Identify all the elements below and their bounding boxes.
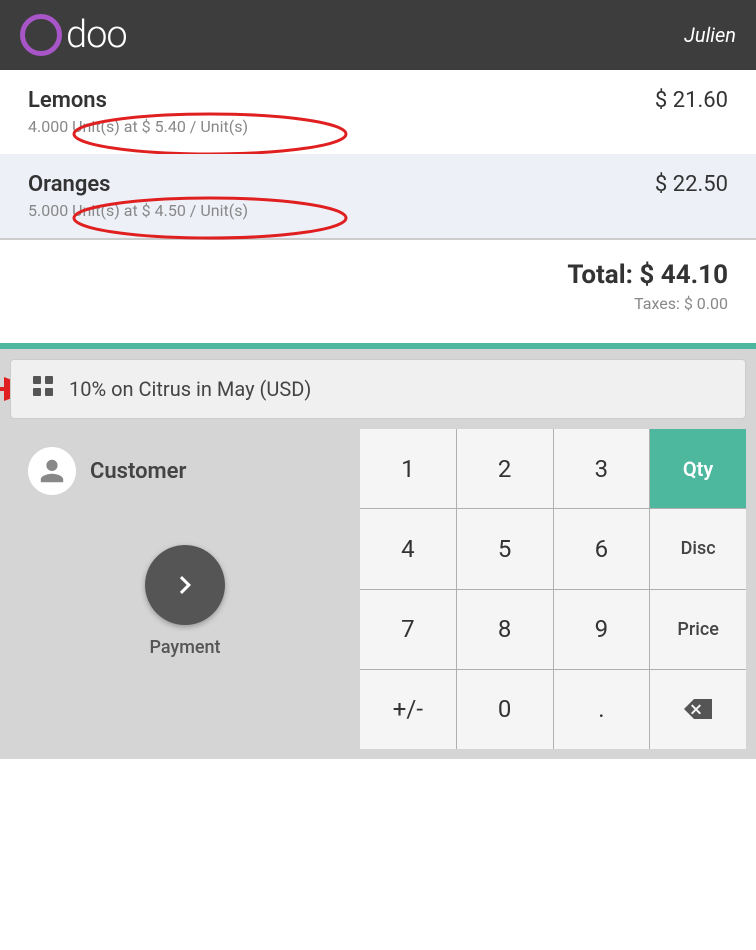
numpad-dot[interactable]: . bbox=[554, 670, 650, 749]
pos-bottom: Customer Payment 1 2 3 Qty 4 5 6 bbox=[10, 429, 746, 749]
payment-row: Payment bbox=[18, 515, 352, 668]
numpad-9[interactable]: 9 bbox=[554, 590, 650, 669]
order-item-oranges: Oranges 5.000 Unit(s) at $ 4.50 / Unit(s… bbox=[0, 154, 756, 238]
customer-row[interactable]: Customer bbox=[18, 437, 352, 515]
numpad-8[interactable]: 8 bbox=[457, 590, 553, 669]
numpad-1[interactable]: 1 bbox=[360, 429, 456, 508]
left-panel: Customer Payment bbox=[10, 429, 360, 749]
total-section: Total: $ 44.10 Taxes: $ 0.00 bbox=[0, 238, 756, 343]
payment-button[interactable] bbox=[145, 545, 225, 625]
order-items: Lemons 4.000 Unit(s) at $ 5.40 / Unit(s)… bbox=[0, 70, 756, 238]
numpad-qty[interactable]: Qty bbox=[650, 429, 746, 508]
numpad-0[interactable]: 0 bbox=[457, 670, 553, 749]
customer-label: Customer bbox=[90, 459, 186, 484]
item-name-oranges: Oranges bbox=[28, 172, 248, 197]
numpad-plusminus[interactable]: +/- bbox=[360, 670, 456, 749]
item-price-lemons: $ 21.60 bbox=[655, 88, 728, 113]
discount-wrapper: 10% on Citrus in May (USD) bbox=[10, 359, 746, 419]
numpad: 1 2 3 Qty 4 5 6 Disc 7 8 9 Price +/- 0 . bbox=[360, 429, 746, 749]
username: Julien bbox=[684, 23, 736, 47]
logo-text: doo bbox=[66, 13, 127, 57]
numpad-disc[interactable]: Disc bbox=[650, 509, 746, 588]
numpad-2[interactable]: 2 bbox=[457, 429, 553, 508]
numpad-6[interactable]: 6 bbox=[554, 509, 650, 588]
discount-banner[interactable]: 10% on Citrus in May (USD) bbox=[10, 359, 746, 419]
numpad-price[interactable]: Price bbox=[650, 590, 746, 669]
customer-icon bbox=[28, 447, 76, 495]
numpad-backspace[interactable] bbox=[650, 670, 746, 749]
item-name-lemons: Lemons bbox=[28, 88, 248, 113]
logo: doo bbox=[20, 13, 127, 57]
total-line: Total: $ 44.10 bbox=[28, 260, 728, 290]
numpad-3[interactable]: 3 bbox=[554, 429, 650, 508]
order-item-lemons: Lemons 4.000 Unit(s) at $ 5.40 / Unit(s)… bbox=[0, 70, 756, 154]
pos-panel: 10% on Citrus in May (USD) Customer bbox=[0, 349, 756, 759]
numpad-7[interactable]: 7 bbox=[360, 590, 456, 669]
taxes-line: Taxes: $ 0.00 bbox=[28, 294, 728, 313]
item-detail-oranges: 5.000 Unit(s) at $ 4.50 / Unit(s) bbox=[28, 201, 248, 220]
grid-icon bbox=[31, 374, 55, 404]
numpad-5[interactable]: 5 bbox=[457, 509, 553, 588]
logo-circle-icon bbox=[20, 14, 62, 56]
item-detail-lemons: 4.000 Unit(s) at $ 5.40 / Unit(s) bbox=[28, 117, 248, 136]
item-price-oranges: $ 22.50 bbox=[655, 172, 728, 197]
header: doo Julien bbox=[0, 0, 756, 70]
payment-label: Payment bbox=[149, 637, 220, 658]
numpad-4[interactable]: 4 bbox=[360, 509, 456, 588]
discount-text: 10% on Citrus in May (USD) bbox=[69, 377, 311, 401]
